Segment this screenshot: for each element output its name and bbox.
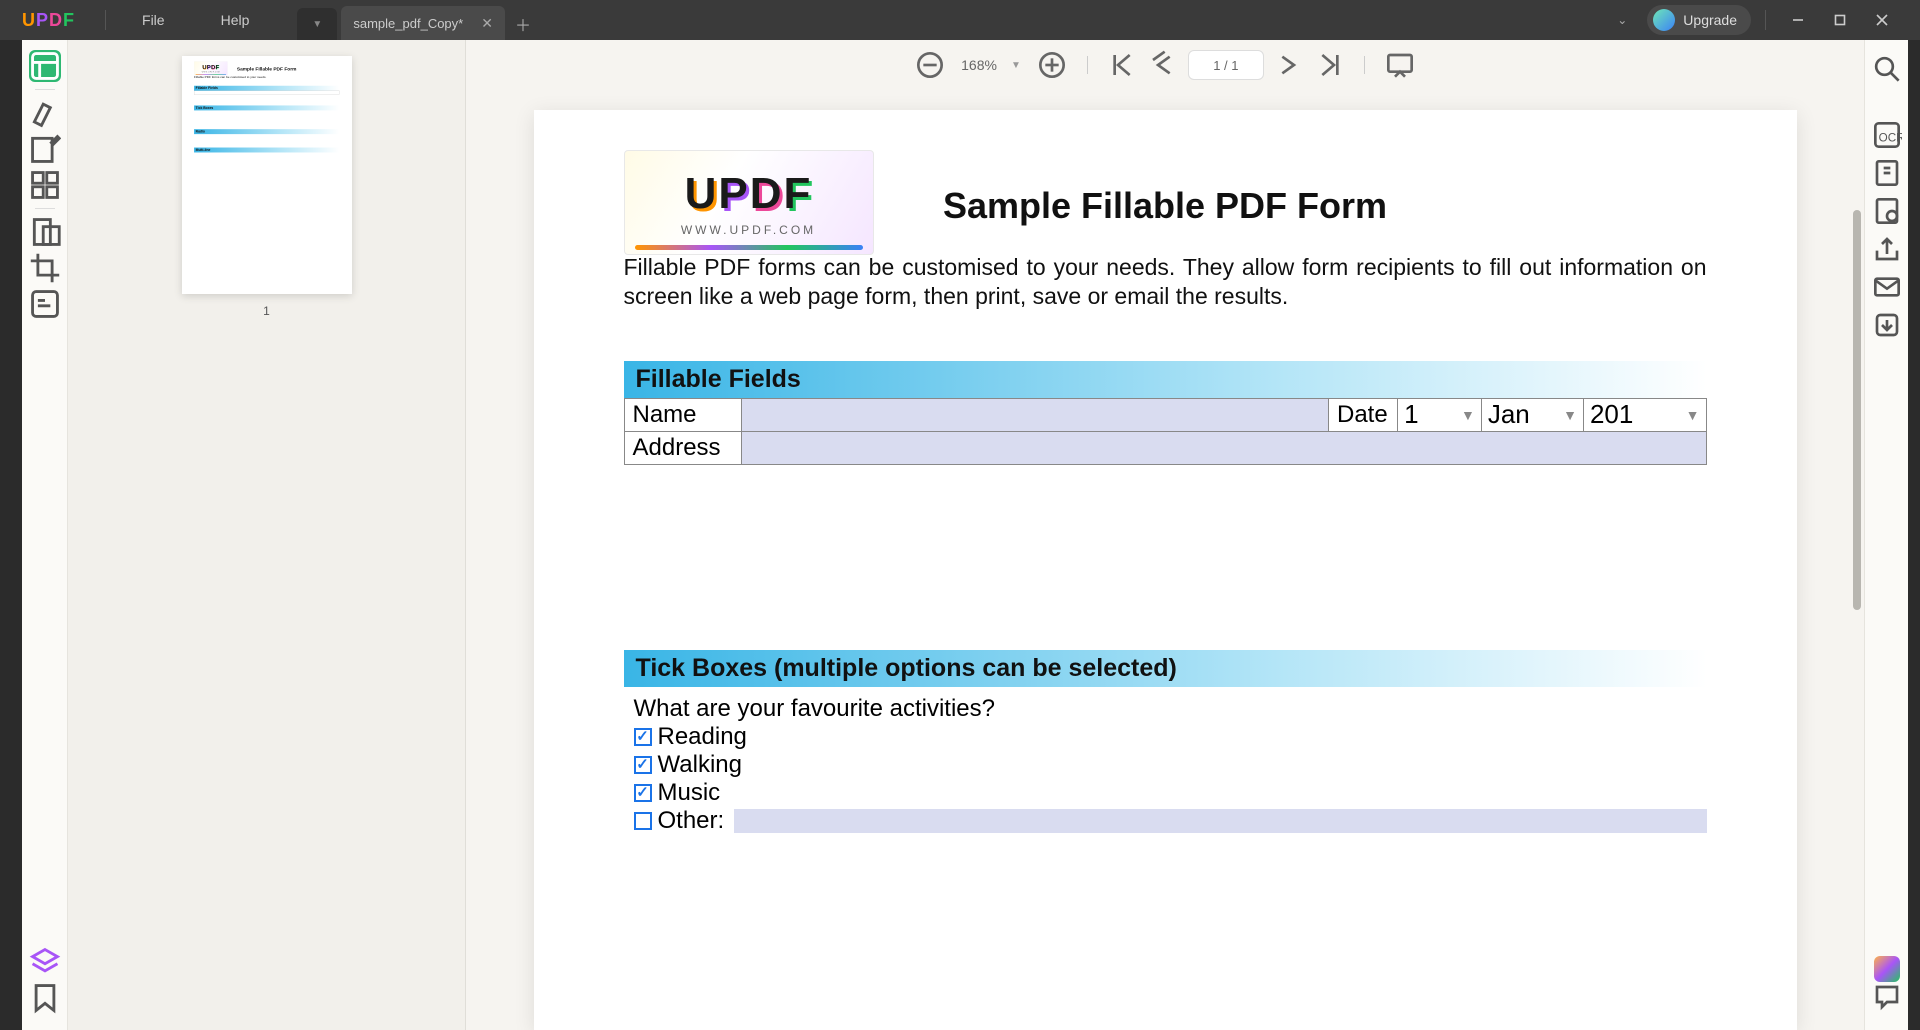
edit-text-icon[interactable]: [29, 133, 61, 165]
pages-icon[interactable]: [29, 169, 61, 201]
left-tool-rail: [22, 40, 68, 1030]
comment-icon[interactable]: [1872, 982, 1902, 1012]
label-date: Date: [1329, 398, 1398, 431]
separator: [1087, 56, 1088, 74]
checkbox-other[interactable]: [634, 812, 652, 830]
zoom-out-button[interactable]: [915, 50, 945, 80]
titlebar-right: ⌄ Upgrade: [1603, 5, 1920, 35]
thumbnail-page-number: 1: [263, 304, 270, 318]
compress-icon[interactable]: [1872, 158, 1902, 188]
upgrade-label: Upgrade: [1683, 12, 1737, 28]
checkbox-reading[interactable]: [634, 728, 652, 746]
menu-help[interactable]: Help: [193, 12, 278, 28]
document-paragraph: Fillable PDF forms can be customised to …: [624, 253, 1707, 311]
mail-icon[interactable]: [1872, 272, 1902, 302]
checkbox-music-label: Music: [658, 779, 721, 807]
first-page-button[interactable]: [1108, 50, 1138, 80]
checkbox-reading-row: Reading: [624, 723, 1707, 751]
checkbox-music-row: Music: [624, 779, 1707, 807]
document-logo: UPDF WWW.UPDF.COM: [624, 150, 874, 255]
separator: [105, 10, 106, 30]
checkbox-music[interactable]: [634, 784, 652, 802]
canvas: 168%▼ 1 / 1 UPDF WWW.UPDF.COM Sample Fil…: [466, 40, 1864, 1030]
separator: [35, 89, 55, 90]
layers-icon[interactable]: [29, 946, 61, 978]
tab-strip: ▼ sample_pdf_Copy* ✕ ＋: [297, 0, 541, 40]
name-input[interactable]: [741, 398, 1328, 431]
tab-title: sample_pdf_Copy*: [353, 16, 463, 31]
page-indicator[interactable]: 1 / 1: [1188, 50, 1264, 80]
ai-assistant-icon[interactable]: [1874, 956, 1900, 982]
search-icon[interactable]: [1872, 54, 1902, 84]
label-name: Name: [624, 398, 741, 431]
chevron-down-icon[interactable]: ⌄: [1603, 7, 1641, 33]
zoom-in-button[interactable]: [1037, 50, 1067, 80]
export-icon[interactable]: [1872, 310, 1902, 340]
section-fillable-fields: Fillable Fields: [624, 361, 1707, 398]
section-tick-boxes: Tick Boxes (multiple options can be sele…: [624, 650, 1707, 687]
checkbox-walking[interactable]: [634, 756, 652, 774]
next-page-button[interactable]: [1274, 50, 1304, 80]
workspace: UPDFWWW.UPDF.COM Sample Fillable PDF For…: [22, 40, 1908, 1030]
titlebar: UPDF File Help ▼ sample_pdf_Copy* ✕ ＋ ⌄ …: [0, 0, 1920, 40]
tab-dropdown[interactable]: ▼: [297, 8, 337, 40]
thumbnails-icon[interactable]: [29, 50, 61, 82]
checkbox-walking-row: Walking: [624, 751, 1707, 779]
upgrade-button[interactable]: Upgrade: [1647, 5, 1751, 35]
ocr-icon[interactable]: OCR: [1872, 120, 1902, 150]
right-tool-rail: OCR: [1864, 40, 1908, 1030]
crop-icon[interactable]: [29, 252, 61, 284]
vertical-scrollbar[interactable]: [1852, 210, 1862, 1030]
address-input[interactable]: [741, 431, 1706, 464]
date-day-select[interactable]: 1▼: [1398, 399, 1481, 430]
bookmark-icon[interactable]: [29, 982, 61, 1014]
label-address: Address: [624, 431, 741, 464]
separator: [1765, 10, 1766, 30]
checkbox-walking-label: Walking: [658, 751, 742, 779]
menu-file[interactable]: File: [114, 12, 193, 28]
question-activities: What are your favourite activities?: [624, 695, 1707, 723]
page-toolbar: 168%▼ 1 / 1: [466, 40, 1864, 90]
new-tab-button[interactable]: ＋: [505, 8, 541, 40]
checkbox-reading-label: Reading: [658, 723, 747, 751]
redact-icon[interactable]: [29, 288, 61, 320]
minimize-button[interactable]: [1780, 6, 1816, 34]
form-table: Name Date 1▼ Jan▼ 201▼ Address: [624, 398, 1707, 465]
separator: [35, 208, 55, 209]
other-input[interactable]: [734, 809, 1706, 833]
thumbnail-panel: UPDFWWW.UPDF.COM Sample Fillable PDF For…: [68, 40, 466, 1030]
checkbox-other-label: Other:: [658, 807, 725, 835]
date-month-select[interactable]: Jan▼: [1482, 399, 1583, 430]
maximize-button[interactable]: [1822, 6, 1858, 34]
forms-icon[interactable]: [29, 216, 61, 248]
date-year-select[interactable]: 201▼: [1584, 399, 1706, 430]
highlighter-icon[interactable]: [29, 97, 61, 129]
last-page-button[interactable]: [1314, 50, 1344, 80]
separator: [1364, 56, 1365, 74]
protect-icon[interactable]: [1872, 196, 1902, 226]
avatar: [1653, 9, 1675, 31]
prev-page-button[interactable]: [1148, 50, 1178, 80]
page-scroll[interactable]: UPDF WWW.UPDF.COM Sample Fillable PDF Fo…: [466, 90, 1864, 1030]
share-icon[interactable]: [1872, 234, 1902, 264]
document-page: UPDF WWW.UPDF.COM Sample Fillable PDF Fo…: [534, 110, 1797, 1030]
close-icon[interactable]: ✕: [481, 15, 493, 32]
page-thumbnail[interactable]: UPDFWWW.UPDF.COM Sample Fillable PDF For…: [182, 56, 352, 294]
checkbox-other-row: Other:: [624, 807, 1707, 835]
svg-text:OCR: OCR: [1878, 132, 1901, 145]
tab-active[interactable]: sample_pdf_Copy* ✕: [341, 6, 505, 40]
app-logo: UPDF: [0, 10, 97, 31]
zoom-level[interactable]: 168%▼: [955, 57, 1027, 73]
logo-url: WWW.UPDF.COM: [681, 223, 816, 237]
close-button[interactable]: [1864, 6, 1900, 34]
presentation-icon[interactable]: [1385, 50, 1415, 80]
